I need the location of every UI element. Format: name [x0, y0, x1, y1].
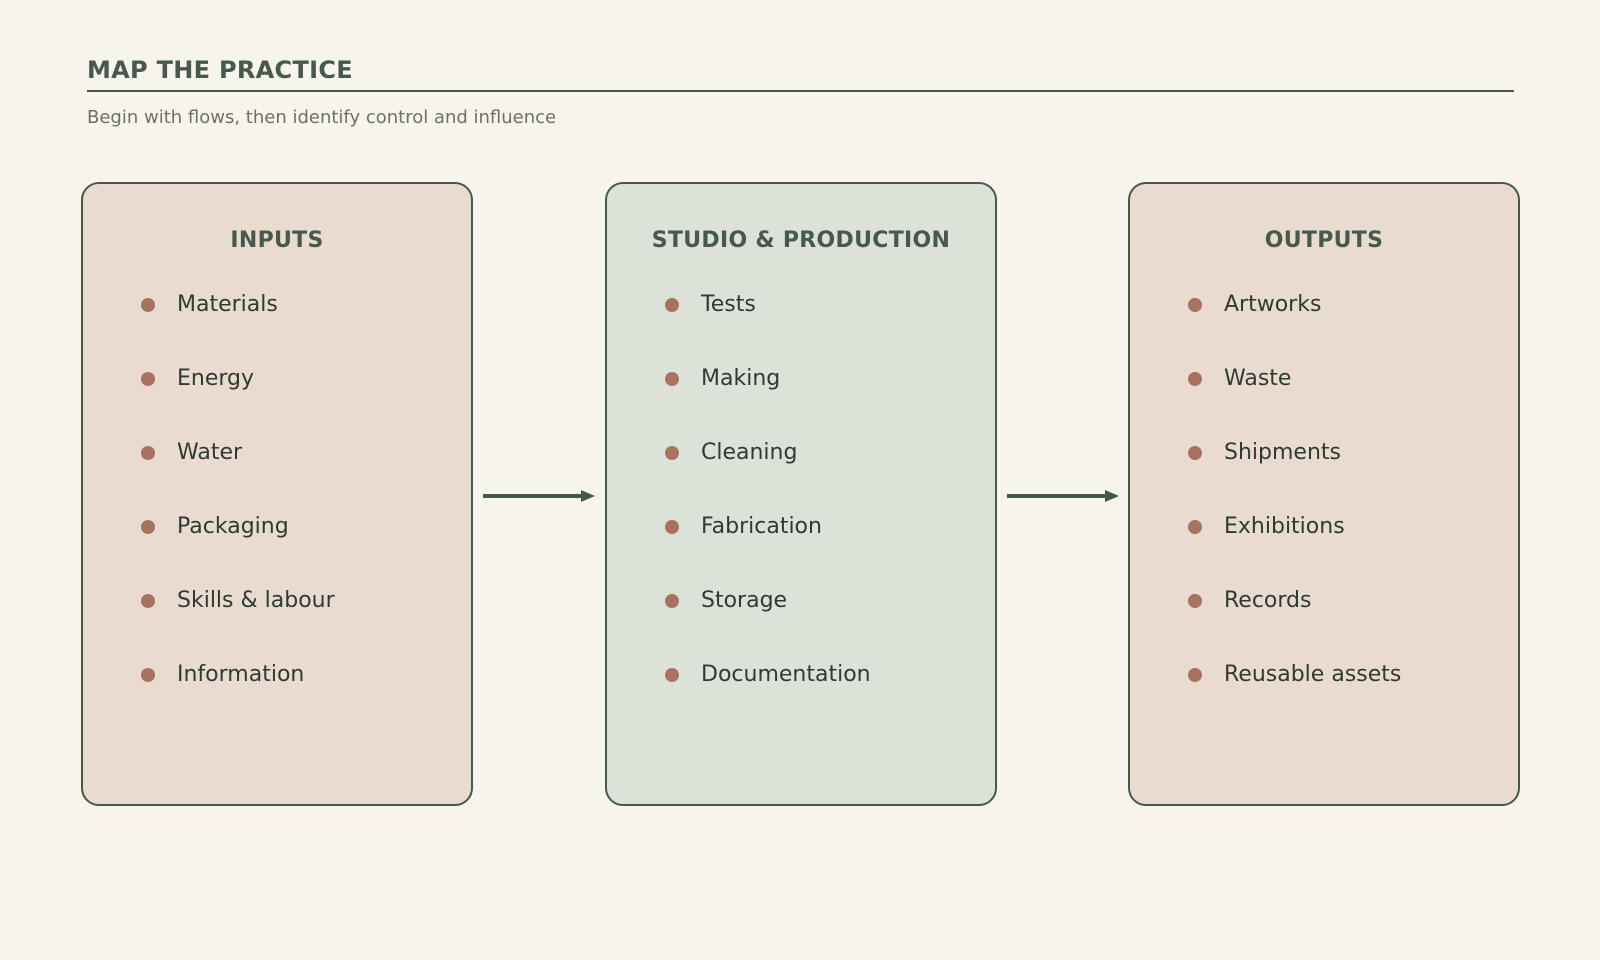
bullet-icon [1188, 372, 1202, 386]
list-item: Energy [141, 367, 471, 441]
list-item-label: Cleaning [701, 440, 798, 465]
bullet-icon [141, 520, 155, 534]
bullet-icon [665, 446, 679, 460]
list-item-label: Reusable assets [1224, 662, 1402, 687]
bullet-icon [1188, 594, 1202, 608]
list-item-label: Making [701, 366, 781, 391]
list-item: Shipments [1188, 441, 1518, 515]
studio-production-list: Tests Making Cleaning Fabrication Storag… [607, 293, 995, 737]
list-item-label: Records [1224, 588, 1312, 613]
list-item-label: Materials [177, 292, 278, 317]
list-item: Making [665, 367, 995, 441]
list-item-label: Waste [1224, 366, 1292, 391]
bullet-icon [141, 298, 155, 312]
list-item-label: Artworks [1224, 292, 1322, 317]
list-item-label: Water [177, 440, 243, 465]
list-item: Packaging [141, 515, 471, 589]
list-item-label: Storage [701, 588, 788, 613]
header: MAP THE PRACTICE Begin with flows, then … [87, 56, 1514, 129]
bullet-icon [1188, 668, 1202, 682]
bullet-icon [1188, 520, 1202, 534]
studio-production-box: STUDIO & PRODUCTION Tests Making Cleanin… [605, 182, 997, 806]
arrow-right-icon [1007, 490, 1119, 502]
list-item: Tests [665, 293, 995, 367]
list-item-label: Packaging [177, 514, 289, 539]
list-item-label: Skills & labour [177, 588, 335, 613]
list-item: Reusable assets [1188, 663, 1518, 737]
inputs-list: Materials Energy Water Packaging Skills … [83, 293, 471, 737]
bullet-icon [141, 446, 155, 460]
bullet-icon [665, 594, 679, 608]
outputs-list: Artworks Waste Shipments Exhibitions Rec… [1130, 293, 1518, 737]
list-item: Water [141, 441, 471, 515]
page-title: MAP THE PRACTICE [87, 56, 1514, 92]
bullet-icon [665, 668, 679, 682]
list-item: Records [1188, 589, 1518, 663]
box-title-inputs: INPUTS [230, 228, 324, 253]
list-item: Documentation [665, 663, 995, 737]
list-item: Materials [141, 293, 471, 367]
list-item-label: Tests [701, 292, 756, 317]
list-item-label: Information [177, 662, 305, 687]
bullet-icon [1188, 298, 1202, 312]
bullet-icon [665, 520, 679, 534]
list-item: Information [141, 663, 471, 737]
list-item-label: Documentation [701, 662, 871, 687]
box-title-outputs: OUTPUTS [1264, 228, 1384, 253]
list-item: Artworks [1188, 293, 1518, 367]
list-item-label: Shipments [1224, 440, 1341, 465]
list-item: Cleaning [665, 441, 995, 515]
list-item: Storage [665, 589, 995, 663]
bullet-icon [141, 372, 155, 386]
inputs-box: INPUTS Materials Energy Water Packaging … [81, 182, 473, 806]
bullet-icon [141, 668, 155, 682]
list-item: Waste [1188, 367, 1518, 441]
box-title-studio-production: STUDIO & PRODUCTION [651, 228, 951, 253]
list-item-label: Fabrication [701, 514, 822, 539]
list-item: Fabrication [665, 515, 995, 589]
list-item: Skills & labour [141, 589, 471, 663]
bullet-icon [665, 372, 679, 386]
bullet-icon [1188, 446, 1202, 460]
bullet-icon [665, 298, 679, 312]
outputs-box: OUTPUTS Artworks Waste Shipments Exhibit… [1128, 182, 1520, 806]
list-item: Exhibitions [1188, 515, 1518, 589]
page-subtitle: Begin with flows, then identify control … [87, 107, 557, 128]
list-item-label: Energy [177, 366, 255, 391]
bullet-icon [141, 594, 155, 608]
arrow-right-icon [483, 490, 595, 502]
list-item-label: Exhibitions [1224, 514, 1345, 539]
